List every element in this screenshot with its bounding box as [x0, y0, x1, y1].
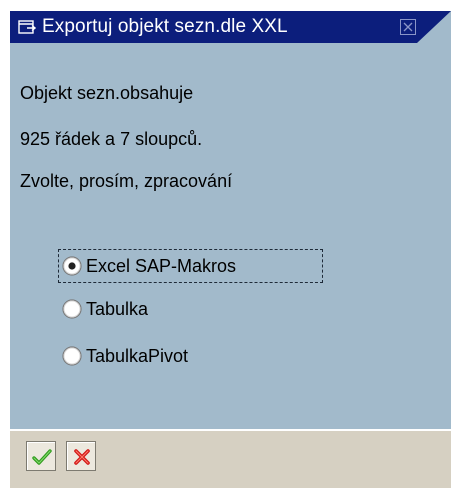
close-icon[interactable]: [400, 19, 416, 35]
title-bar[interactable]: Exportuj objekt sezn.dle XXL: [10, 11, 451, 43]
message-line-3: Zvolte, prosím, zpracování: [20, 171, 233, 191]
option-label: Tabulka: [86, 298, 149, 319]
dialog-title: Exportuj objekt sezn.dle XXL: [42, 16, 288, 37]
checkmark-icon: [32, 449, 52, 465]
option-label: Excel SAP-Makros: [86, 255, 237, 276]
export-dialog: Exportuj objekt sezn.dle XXL Objekt sezn…: [10, 11, 451, 488]
option-excel-sap-makros[interactable]: Excel SAP-Makros: [58, 249, 323, 283]
message-line-1: Objekt sezn.obsahuje: [20, 83, 194, 103]
radio-unselected-icon[interactable]: [62, 346, 82, 366]
option-label: TabulkaPivot: [86, 345, 189, 366]
option-tabulka-pivot[interactable]: TabulkaPivot: [62, 339, 188, 373]
ok-button[interactable]: [26, 441, 56, 471]
cancel-x-icon: [74, 449, 90, 465]
radio-selected-icon[interactable]: [62, 256, 82, 276]
dialog-content: Objekt sezn.obsahuje 925 řádek a 7 sloup…: [10, 43, 451, 429]
option-tabulka[interactable]: Tabulka: [62, 292, 148, 326]
cancel-button[interactable]: [66, 441, 96, 471]
button-bar: [10, 429, 451, 488]
window-icon: [18, 20, 36, 34]
radio-unselected-icon[interactable]: [62, 299, 82, 319]
message-line-2: 925 řádek a 7 sloupců.: [20, 129, 203, 149]
